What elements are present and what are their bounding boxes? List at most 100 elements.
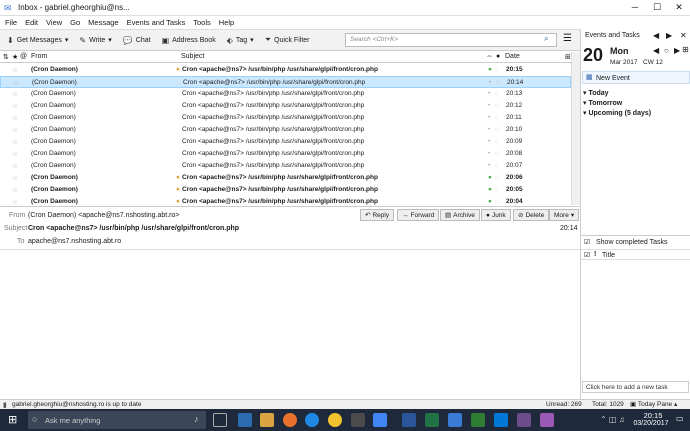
prev-day-icon[interactable]: ◀ — [653, 46, 659, 55]
read-status-icon[interactable]: • — [488, 138, 490, 145]
chevron-down-icon[interactable]: ▾ — [65, 36, 69, 44]
notifications-icon[interactable]: ▭ — [676, 414, 684, 423]
star-icon[interactable]: ☆ — [114, 237, 120, 245]
read-status-icon[interactable]: • — [488, 126, 490, 133]
maximize-button[interactable]: ☐ — [646, 0, 668, 16]
quick-filter-button[interactable]: ⏷ Quick Filter — [261, 32, 314, 48]
read-status-icon[interactable]: • — [488, 90, 490, 97]
section-upcoming[interactable]: ▾ Upcoming (5 days) — [583, 109, 651, 117]
message-row[interactable]: ☆ (Cron Daemon) ● Cron <apache@ns7> /usr/bi… — [0, 184, 571, 196]
search-icon[interactable]: ⌕ — [544, 34, 548, 44]
menu-file[interactable]: File — [5, 18, 17, 27]
clock-date[interactable]: 03/20/2017 — [628, 420, 674, 427]
windows-start-icon[interactable]: ⊞ — [8, 413, 17, 426]
message-row[interactable]: ☆ (Cron Daemon) ● Cron <apache@ns7> /usr/bi… — [0, 64, 571, 76]
firefox-icon[interactable] — [283, 413, 297, 427]
read-status-icon[interactable]: • — [489, 79, 491, 86]
next-day-icon[interactable]: ▶ — [674, 46, 680, 55]
completed-column-icon[interactable]: ☑ — [584, 251, 590, 259]
word-icon[interactable] — [402, 413, 416, 427]
junk-status-icon[interactable]: ◌ — [495, 90, 499, 97]
read-status-icon[interactable]: ● — [488, 174, 492, 181]
junk-status-icon[interactable]: ◌ — [495, 102, 499, 109]
chrome-icon[interactable] — [328, 413, 342, 427]
menu-events-and-tasks[interactable]: Events and Tasks — [127, 18, 186, 27]
star-icon[interactable]: ☆ — [12, 114, 18, 122]
prev-icon[interactable]: ◀ — [653, 31, 659, 40]
next-icon[interactable]: ▶ — [666, 31, 672, 40]
star-icon[interactable]: ☆ — [12, 102, 18, 110]
message-row[interactable]: ☆ (Cron Daemon) Cron <apache@ns7> /usr/bin… — [0, 76, 571, 88]
date-column-header[interactable]: Date — [505, 53, 520, 60]
title-column-header[interactable]: Title — [602, 252, 615, 259]
search-input[interactable]: Search <Ctrl+K> — [345, 33, 557, 47]
thread-list-scrollbar[interactable] — [571, 52, 580, 205]
menu-tools[interactable]: Tools — [193, 18, 211, 27]
tray-icons[interactable]: ⌃ ◫ ♫ — [600, 415, 625, 424]
app-icon[interactable] — [517, 413, 531, 427]
junk-column-icon[interactable]: ● — [496, 53, 500, 60]
read-status-icon[interactable]: ● — [488, 186, 492, 193]
junk-status-icon[interactable]: ◌ — [495, 66, 499, 73]
star-icon[interactable]: ☆ — [12, 126, 18, 134]
more-button[interactable]: More ▾ — [549, 209, 580, 221]
tag-button[interactable]: ⬖ Tag ▾ — [223, 32, 258, 48]
star-icon[interactable]: ☆ — [12, 198, 18, 206]
close-icon[interactable]: ✕ — [680, 31, 687, 40]
attachment-column-icon[interactable]: @ — [20, 53, 27, 60]
junk-status-icon[interactable]: ◌ — [496, 79, 500, 86]
read-status-icon[interactable]: • — [488, 114, 490, 121]
excel-icon[interactable] — [425, 413, 439, 427]
app-icon[interactable] — [351, 413, 365, 427]
address-book-button[interactable]: ▣ Address Book — [158, 32, 220, 48]
close-button[interactable]: ✕ — [668, 0, 690, 16]
app-icon[interactable] — [471, 413, 485, 427]
message-body[interactable] — [0, 249, 580, 399]
section-today[interactable]: ▾ Today — [583, 89, 609, 97]
new-event-button[interactable]: ▦ New Event — [582, 71, 690, 84]
microphone-icon[interactable]: ♪ — [194, 414, 199, 424]
message-row[interactable]: ☆ (Cron Daemon) Cron <apache@ns7> /usr/bin… — [0, 88, 571, 100]
today-icon[interactable]: ○ — [664, 46, 669, 55]
read-status-icon[interactable]: • — [488, 162, 490, 169]
today-pane-toggle[interactable]: ▣ Today Pane ▴ — [630, 400, 677, 408]
junk-button[interactable]: ● Junk — [481, 209, 511, 221]
taskbar-search[interactable]: ○ Ask me anything ♪ — [28, 411, 206, 429]
message-row[interactable]: ☆ (Cron Daemon) Cron <apache@ns7> /usr/bin… — [0, 136, 571, 148]
star-icon[interactable]: ☆ — [12, 66, 18, 74]
star-icon[interactable]: ☆ — [12, 186, 18, 194]
options-icon[interactable]: ⊞ — [682, 45, 689, 54]
ie-icon[interactable] — [305, 413, 319, 427]
menu-icon[interactable]: ☰ — [563, 33, 572, 44]
star-icon[interactable]: ☆ — [12, 90, 18, 98]
junk-status-icon[interactable]: ◌ — [495, 162, 499, 169]
thread-column-icon[interactable]: ⇅ — [3, 53, 9, 61]
menu-go[interactable]: Go — [70, 18, 80, 27]
read-status-icon[interactable]: ● — [488, 66, 492, 73]
junk-status-icon[interactable]: ◌ — [495, 126, 499, 133]
read-column-icon[interactable]: ⇔ — [486, 53, 493, 60]
junk-status-icon[interactable]: ◌ — [495, 138, 499, 145]
message-row[interactable]: ☆ (Cron Daemon) Cron <apache@ns7> /usr/bin… — [0, 148, 571, 160]
junk-status-icon[interactable]: ◌ — [495, 174, 499, 181]
to-value[interactable]: apache@ns7.nshosting.abt.ro — [28, 238, 121, 245]
add-task-input[interactable]: Click here to add a new task — [582, 381, 689, 393]
star-icon[interactable]: ☆ — [167, 211, 173, 219]
write-button[interactable]: ✎ Write ▾ — [75, 32, 115, 48]
junk-status-icon[interactable]: ◌ — [495, 114, 499, 121]
star-icon[interactable]: ☆ — [12, 138, 18, 146]
junk-status-icon[interactable]: ◌ — [495, 186, 499, 193]
reply-button[interactable]: ↶ Reply — [360, 209, 395, 221]
chevron-down-icon[interactable]: ▾ — [108, 36, 112, 44]
task-view-icon[interactable] — [213, 413, 227, 427]
star-icon[interactable]: ☆ — [12, 162, 18, 170]
from-value[interactable]: (Cron Daemon) <apache@ns7.nshosting.abt.… — [28, 212, 179, 219]
read-status-icon[interactable]: • — [488, 102, 490, 109]
star-icon[interactable]: ☆ — [12, 150, 18, 158]
message-row[interactable]: ☆ (Cron Daemon) Cron <apache@ns7> /usr/bin… — [0, 100, 571, 112]
star-icon[interactable]: ☆ — [12, 174, 18, 182]
forward-button[interactable]: → Forward — [397, 209, 440, 221]
priority-column-icon[interactable]: ! — [594, 251, 596, 258]
menu-edit[interactable]: Edit — [25, 18, 38, 27]
subject-column-header[interactable]: Subject — [181, 53, 204, 60]
